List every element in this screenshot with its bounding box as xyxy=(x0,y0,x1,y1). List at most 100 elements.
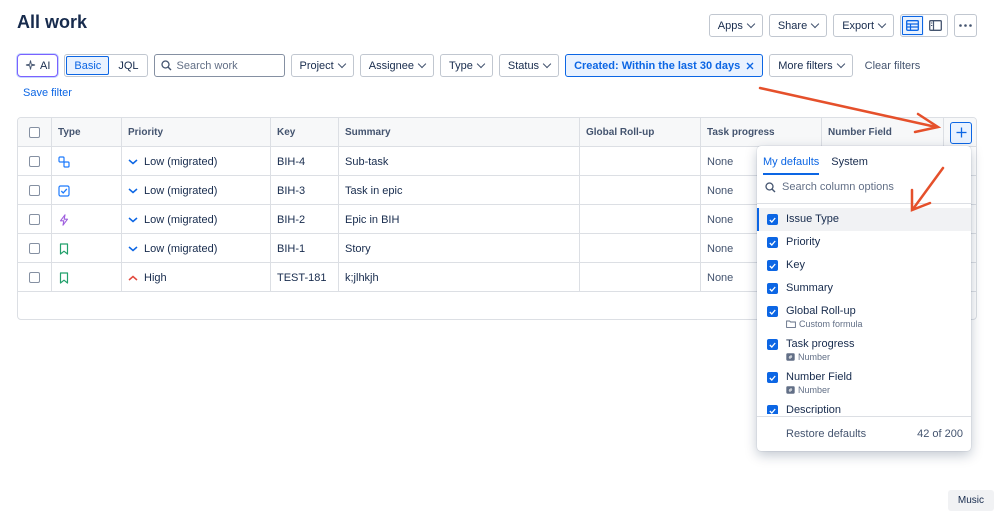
chevron-down-icon xyxy=(417,59,427,69)
export-button[interactable]: Export xyxy=(833,14,894,37)
close-icon[interactable] xyxy=(746,62,754,70)
checkbox-checked-icon[interactable] xyxy=(767,339,778,350)
checkbox-checked-icon[interactable] xyxy=(767,214,778,225)
chevron-down-icon xyxy=(877,19,887,29)
music-chip[interactable]: Music xyxy=(947,490,994,511)
subtask-icon xyxy=(58,155,70,168)
restore-defaults-button[interactable]: Restore defaults xyxy=(786,428,866,440)
column-options-list[interactable]: Issue Type Priority Key Summary Global R… xyxy=(757,208,971,414)
checkbox-checked-icon[interactable] xyxy=(767,260,778,271)
apps-button[interactable]: Apps xyxy=(708,14,763,37)
column-option[interactable]: Task progress # Number xyxy=(757,333,971,366)
search-work-input[interactable]: Search work xyxy=(153,54,285,77)
priority-low-icon xyxy=(128,187,138,193)
list-view-button[interactable] xyxy=(901,15,924,36)
save-filter-link[interactable]: Save filter xyxy=(23,87,72,99)
number-field-icon: # xyxy=(786,386,795,394)
issue-key-link[interactable]: BIH-1 xyxy=(271,234,339,263)
row-checkbox[interactable] xyxy=(29,185,40,196)
more-filters-button[interactable]: More filters xyxy=(769,54,853,77)
number-field-icon: # xyxy=(786,353,795,361)
issue-summary[interactable]: Task in epic xyxy=(339,176,580,205)
type-filter[interactable]: Type xyxy=(440,54,493,77)
column-picker-dropdown: My defaults System Search column options… xyxy=(757,146,971,451)
story-icon xyxy=(59,242,69,255)
checkbox-checked-icon[interactable] xyxy=(767,405,778,414)
folder-icon xyxy=(786,320,796,328)
header-summary[interactable]: Summary xyxy=(339,118,580,147)
header-key[interactable]: Key xyxy=(271,118,339,147)
ai-sparkle-icon xyxy=(25,60,36,70)
share-button[interactable]: Share xyxy=(768,14,828,37)
table-header-row: Type Priority Key Summary Global Roll-up… xyxy=(18,118,976,147)
more-icon xyxy=(959,24,972,27)
column-picker-tabs: My defaults System xyxy=(763,156,868,175)
chevron-down-icon xyxy=(542,59,552,69)
header-task-progress[interactable]: Task progress xyxy=(701,118,822,147)
column-search-input[interactable]: Search column options xyxy=(765,181,894,193)
column-option[interactable]: Key xyxy=(757,254,971,277)
created-filter-chip[interactable]: Created: Within the last 30 days xyxy=(565,54,764,77)
checkbox-checked-icon[interactable] xyxy=(767,306,778,317)
issue-summary[interactable]: Story xyxy=(339,234,580,263)
priority-low-icon xyxy=(128,245,138,251)
row-checkbox[interactable] xyxy=(29,214,40,225)
issue-summary[interactable]: Epic in BIH xyxy=(339,205,580,234)
row-checkbox[interactable] xyxy=(29,156,40,167)
plus-icon xyxy=(956,127,966,138)
column-option[interactable]: Number Field # Number xyxy=(757,366,971,399)
story-icon xyxy=(59,271,69,284)
column-option[interactable]: Description xyxy=(757,399,971,414)
tab-system[interactable]: System xyxy=(831,156,868,175)
chevron-down-icon xyxy=(337,59,346,69)
issue-summary[interactable]: Sub-task xyxy=(339,147,580,176)
checkbox-checked-icon[interactable] xyxy=(767,237,778,248)
jql-mode-button[interactable]: JQL xyxy=(111,56,145,75)
search-icon xyxy=(160,60,171,71)
issue-key-link[interactable]: BIH-2 xyxy=(271,205,339,234)
priority-low-icon xyxy=(128,216,138,222)
column-option[interactable]: Priority xyxy=(757,231,971,254)
issue-key-link[interactable]: BIH-3 xyxy=(271,176,339,205)
clear-filters-button[interactable]: Clear filters xyxy=(859,60,927,72)
detail-view-button[interactable] xyxy=(924,15,947,36)
tab-my-defaults[interactable]: My defaults xyxy=(763,156,820,175)
select-all-checkbox[interactable] xyxy=(29,127,40,138)
chevron-down-icon xyxy=(810,19,820,29)
add-column-button[interactable] xyxy=(950,121,972,144)
more-actions-button[interactable] xyxy=(954,14,977,37)
chevron-down-icon xyxy=(836,59,845,69)
header-number-field[interactable]: Number Field xyxy=(822,118,944,147)
column-option[interactable]: Summary xyxy=(757,277,971,300)
search-icon xyxy=(765,181,776,192)
status-filter[interactable]: Status xyxy=(498,54,560,77)
page-title: All work xyxy=(17,12,88,32)
list-view-icon xyxy=(906,20,919,31)
column-option[interactable]: Global Roll-up Custom formula xyxy=(757,300,971,333)
row-checkbox[interactable] xyxy=(29,243,40,254)
issue-key-link[interactable]: BIH-4 xyxy=(271,147,339,176)
detail-view-icon xyxy=(929,20,942,31)
filter-bar: AI Basic JQL Search work Project Assigne… xyxy=(17,54,926,77)
assignee-filter[interactable]: Assignee xyxy=(359,54,435,77)
priority-high-icon xyxy=(128,275,138,281)
chevron-down-icon xyxy=(746,19,756,29)
checkbox-checked-icon[interactable] xyxy=(767,283,778,294)
query-mode-toggle: Basic JQL xyxy=(64,54,148,77)
header-type[interactable]: Type xyxy=(52,118,122,147)
ai-button[interactable]: AI xyxy=(17,54,59,77)
header-global-rollup[interactable]: Global Roll-up xyxy=(580,118,701,147)
issue-summary[interactable]: k;jlhkjh xyxy=(339,263,580,292)
issue-key-link[interactable]: TEST-181 xyxy=(271,263,339,292)
basic-mode-button[interactable]: Basic xyxy=(66,56,110,75)
row-checkbox[interactable] xyxy=(29,272,40,283)
epic-icon xyxy=(59,213,69,226)
column-option[interactable]: Issue Type xyxy=(757,208,971,231)
task-icon xyxy=(58,184,70,197)
header-priority[interactable]: Priority xyxy=(122,118,271,147)
priority-low-icon xyxy=(128,158,138,164)
column-picker-footer: Restore defaults 42 of 200 xyxy=(757,416,971,451)
svg-text:#: # xyxy=(788,355,792,361)
project-filter[interactable]: Project xyxy=(290,54,354,77)
checkbox-checked-icon[interactable] xyxy=(767,372,778,383)
